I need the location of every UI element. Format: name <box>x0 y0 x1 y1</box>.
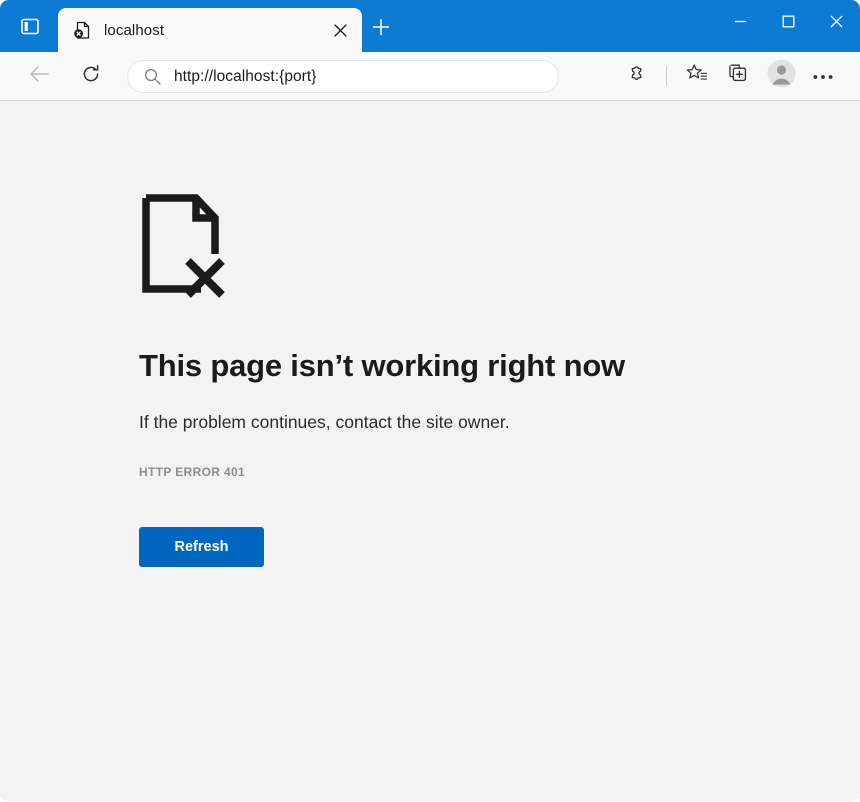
star-list-icon <box>686 63 708 89</box>
avatar <box>767 59 796 93</box>
puzzle-icon <box>626 63 647 89</box>
plus-icon <box>372 18 390 41</box>
back-button[interactable] <box>22 59 56 93</box>
refresh-button[interactable]: Refresh <box>139 527 264 567</box>
page-content: This page isn’t working right now If the… <box>0 101 860 800</box>
error-container: This page isn’t working right now If the… <box>139 191 779 567</box>
document-error-favicon <box>72 20 92 40</box>
browser-tab[interactable]: localhost <box>58 8 362 52</box>
settings-more-button[interactable] <box>806 59 840 93</box>
tab-close-button[interactable] <box>326 16 354 44</box>
tab-title: localhost <box>104 22 326 39</box>
new-tab-button[interactable] <box>366 14 396 44</box>
address-input[interactable]: http://localhost:{port} <box>174 68 544 86</box>
address-bar[interactable]: http://localhost:{port} <box>127 60 559 93</box>
extensions-button[interactable] <box>619 59 653 93</box>
window-controls <box>716 0 860 52</box>
title-bar: localhost <box>0 0 860 52</box>
tab-actions-button[interactable] <box>14 14 46 44</box>
error-title: This page isn’t working right now <box>139 347 779 384</box>
maximize-button[interactable] <box>764 0 812 48</box>
profile-button[interactable] <box>764 59 798 93</box>
favorites-button[interactable] <box>680 59 714 93</box>
close-icon <box>830 15 843 33</box>
close-window-button[interactable] <box>812 0 860 48</box>
reload-icon <box>81 64 101 89</box>
error-body: If the problem continues, contact the si… <box>139 410 779 435</box>
browser-toolbar: http://localhost:{port} <box>0 52 860 101</box>
minimize-button[interactable] <box>716 0 764 48</box>
toolbar-right-actions <box>615 52 844 100</box>
collections-icon <box>728 63 750 89</box>
error-code: HTTP ERROR 401 <box>139 465 779 479</box>
ellipsis-icon <box>813 67 833 85</box>
collections-button[interactable] <box>722 59 756 93</box>
search-icon <box>142 67 162 87</box>
maximize-icon <box>782 15 795 33</box>
toolbar-separator <box>666 66 667 86</box>
page-error-icon <box>139 191 227 301</box>
split-panel-icon <box>21 18 39 40</box>
browser-window: localhost <box>0 0 860 800</box>
reload-button[interactable] <box>74 59 108 93</box>
arrow-left-icon <box>29 65 50 88</box>
minimize-icon <box>734 15 747 33</box>
